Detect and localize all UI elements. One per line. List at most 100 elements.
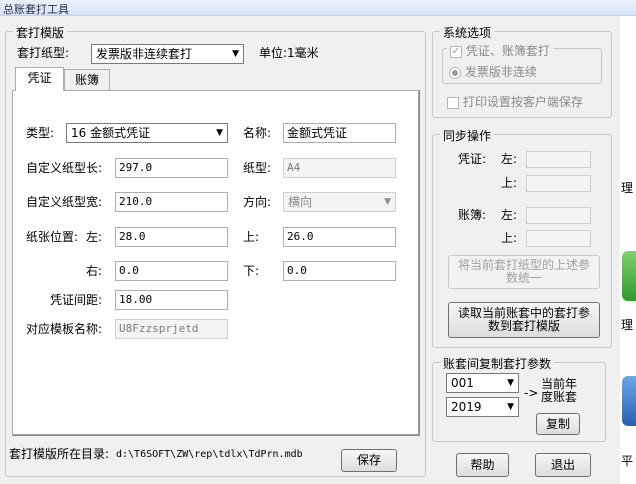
help-button[interactable]: 帮助 xyxy=(456,453,509,477)
unit-label: 单位:1毫米 xyxy=(259,46,319,60)
tab-ledger-label: 账簿 xyxy=(74,73,99,87)
sync-voucher-left-field xyxy=(526,151,591,168)
help-button-label: 帮助 xyxy=(470,457,495,472)
exit-button[interactable]: 退出 xyxy=(535,453,591,477)
bottom-label: 下: xyxy=(243,264,260,278)
sync-ledger-label: 账簿: xyxy=(458,208,487,222)
print-settings-checkbox[interactable]: 打印设置按客户端保存 xyxy=(447,95,583,109)
left-label: 左: xyxy=(86,230,103,244)
left-value: 28.0 xyxy=(119,230,146,243)
chevron-down-icon: ▼ xyxy=(232,49,239,59)
paper-kind-field: A4 xyxy=(283,158,396,178)
top-field[interactable]: 26.0 xyxy=(283,227,396,247)
edge-icon-1 xyxy=(622,251,636,301)
radio-selected-icon xyxy=(449,66,461,79)
edge-text-2: 理 xyxy=(621,318,634,332)
name-label: 名称: xyxy=(243,126,272,140)
bottom-field[interactable]: 0.0 xyxy=(283,261,396,281)
account-value: 001 xyxy=(451,376,474,390)
paper-type-value: 发票版非连续套打 xyxy=(96,47,193,61)
exit-button-label: 退出 xyxy=(550,457,575,472)
paper-kind-label: 纸型: xyxy=(243,161,272,175)
paper-length-value: 297.0 xyxy=(119,161,153,174)
edge-text-1: 理 xyxy=(621,181,634,195)
voucher-ledger-label: 凭证、账簿套打 xyxy=(465,44,550,58)
left-field[interactable]: 28.0 xyxy=(115,227,228,247)
type-value: 16 金额式凭证 xyxy=(71,126,151,140)
sync-voucher-top-field xyxy=(526,175,591,192)
template-dir-value: d:\T6SOFT\ZW\rep\tdlx\TdPrn.mdb xyxy=(116,449,303,460)
paper-length-field[interactable]: 297.0 xyxy=(115,158,228,178)
save-button[interactable]: 保存 xyxy=(341,449,397,472)
edge-text-3: 平 xyxy=(621,454,634,468)
sync-voucher-left-label: 左: xyxy=(501,152,518,166)
paper-type-label: 套打纸型: xyxy=(17,46,70,60)
name-value: 金额式凭证 xyxy=(287,126,348,140)
sync-voucher-top-label: 上: xyxy=(501,176,518,190)
bottom-value: 0.0 xyxy=(287,264,307,277)
sync-ledger-left-label: 左: xyxy=(501,208,518,222)
template-name-field: U8Fzzsprjetd xyxy=(115,319,228,339)
right-field[interactable]: 0.0 xyxy=(115,261,228,281)
copy-button[interactable]: 复制 xyxy=(536,413,580,435)
sync-title: 同步操作 xyxy=(440,127,495,144)
type-select[interactable]: 16 金额式凭证 ▼ xyxy=(66,123,228,143)
template-name-label: 对应模板名称: xyxy=(26,322,103,336)
sync-ledger-left-field xyxy=(526,207,591,224)
system-options-title: 系统选项 xyxy=(440,24,495,41)
invoice-radio-label: 发票版非连续 xyxy=(464,65,537,79)
sync-voucher-label: 凭证: xyxy=(458,152,487,166)
read-params-label: 读取当前账套中的套打参数到套打模版 xyxy=(457,306,590,333)
sync-ledger-top-label: 上: xyxy=(501,231,518,245)
chevron-down-icon: ▼ xyxy=(216,128,223,138)
voucher-spacing-label: 凭证间距: xyxy=(50,293,103,307)
edge-icon-2 xyxy=(622,376,636,426)
paper-kind-value: A4 xyxy=(287,161,301,174)
voucher-ledger-checkbox: ✓ 凭证、账簿套打 xyxy=(447,42,553,59)
checkbox-checked-icon: ✓ xyxy=(450,45,462,58)
template-name-value: U8Fzzsprjetd xyxy=(119,322,199,335)
top-value: 26.0 xyxy=(287,230,314,243)
title-bar: 总账套打工具 xyxy=(0,0,636,16)
tab-ledger[interactable]: 账簿 xyxy=(64,69,110,91)
chevron-down-icon: ▼ xyxy=(507,378,514,388)
read-params-button[interactable]: 读取当前账套中的套打参数到套打模版 xyxy=(448,302,600,338)
tab-voucher-label: 凭证 xyxy=(27,71,52,85)
unify-params-button: 将当前套打纸型的上述参数统一 xyxy=(448,255,600,289)
direction-label: 方向: xyxy=(243,195,272,209)
paper-width-label: 自定义纸型宽: xyxy=(26,195,103,209)
paper-width-field[interactable]: 210.0 xyxy=(115,192,228,212)
save-button-label: 保存 xyxy=(356,453,381,467)
chevron-down-icon: ▼ xyxy=(384,197,391,207)
target-account-label: 当前年度账套 xyxy=(541,377,578,404)
copy-title: 账套间复制套打参数 xyxy=(440,355,555,372)
direction-select: 横向 ▼ xyxy=(283,192,396,212)
unify-params-label: 将当前套打纸型的上述参数统一 xyxy=(457,258,590,285)
tab-voucher[interactable]: 凭证 xyxy=(15,67,64,91)
account-select[interactable]: 001 ▼ xyxy=(446,373,519,393)
right-value: 0.0 xyxy=(119,264,139,277)
sync-ledger-top-field xyxy=(526,230,591,247)
voucher-spacing-field[interactable]: 18.00 xyxy=(115,290,228,310)
chevron-down-icon: ▼ xyxy=(507,402,514,412)
copy-arrow-text: -> xyxy=(524,386,539,400)
template-group-title: 套打模版 xyxy=(13,24,68,41)
print-settings-label: 打印设置按客户端保存 xyxy=(462,95,583,109)
paper-width-value: 210.0 xyxy=(119,195,153,208)
direction-value: 横向 xyxy=(288,195,313,209)
type-label: 类型: xyxy=(26,126,55,140)
paper-length-label: 自定义纸型长: xyxy=(26,161,103,175)
window-title: 总账套打工具 xyxy=(3,3,69,16)
background-window-edge: 理 理 平 xyxy=(620,16,636,484)
paper-position-label: 纸张位置: xyxy=(26,230,79,244)
copy-button-label: 复制 xyxy=(545,416,570,431)
invoice-radio: 发票版非连续 xyxy=(449,65,537,79)
top-label: 上: xyxy=(243,230,260,244)
checkbox-icon xyxy=(447,96,459,109)
year-select[interactable]: 2019 ▼ xyxy=(446,397,519,417)
paper-type-select[interactable]: 发票版非连续套打 ▼ xyxy=(91,44,244,64)
name-field[interactable]: 金额式凭证 xyxy=(283,123,396,143)
right-label: 右: xyxy=(86,264,103,278)
year-value: 2019 xyxy=(451,400,482,414)
template-dir-label: 套打模版所在目录: xyxy=(9,447,110,461)
